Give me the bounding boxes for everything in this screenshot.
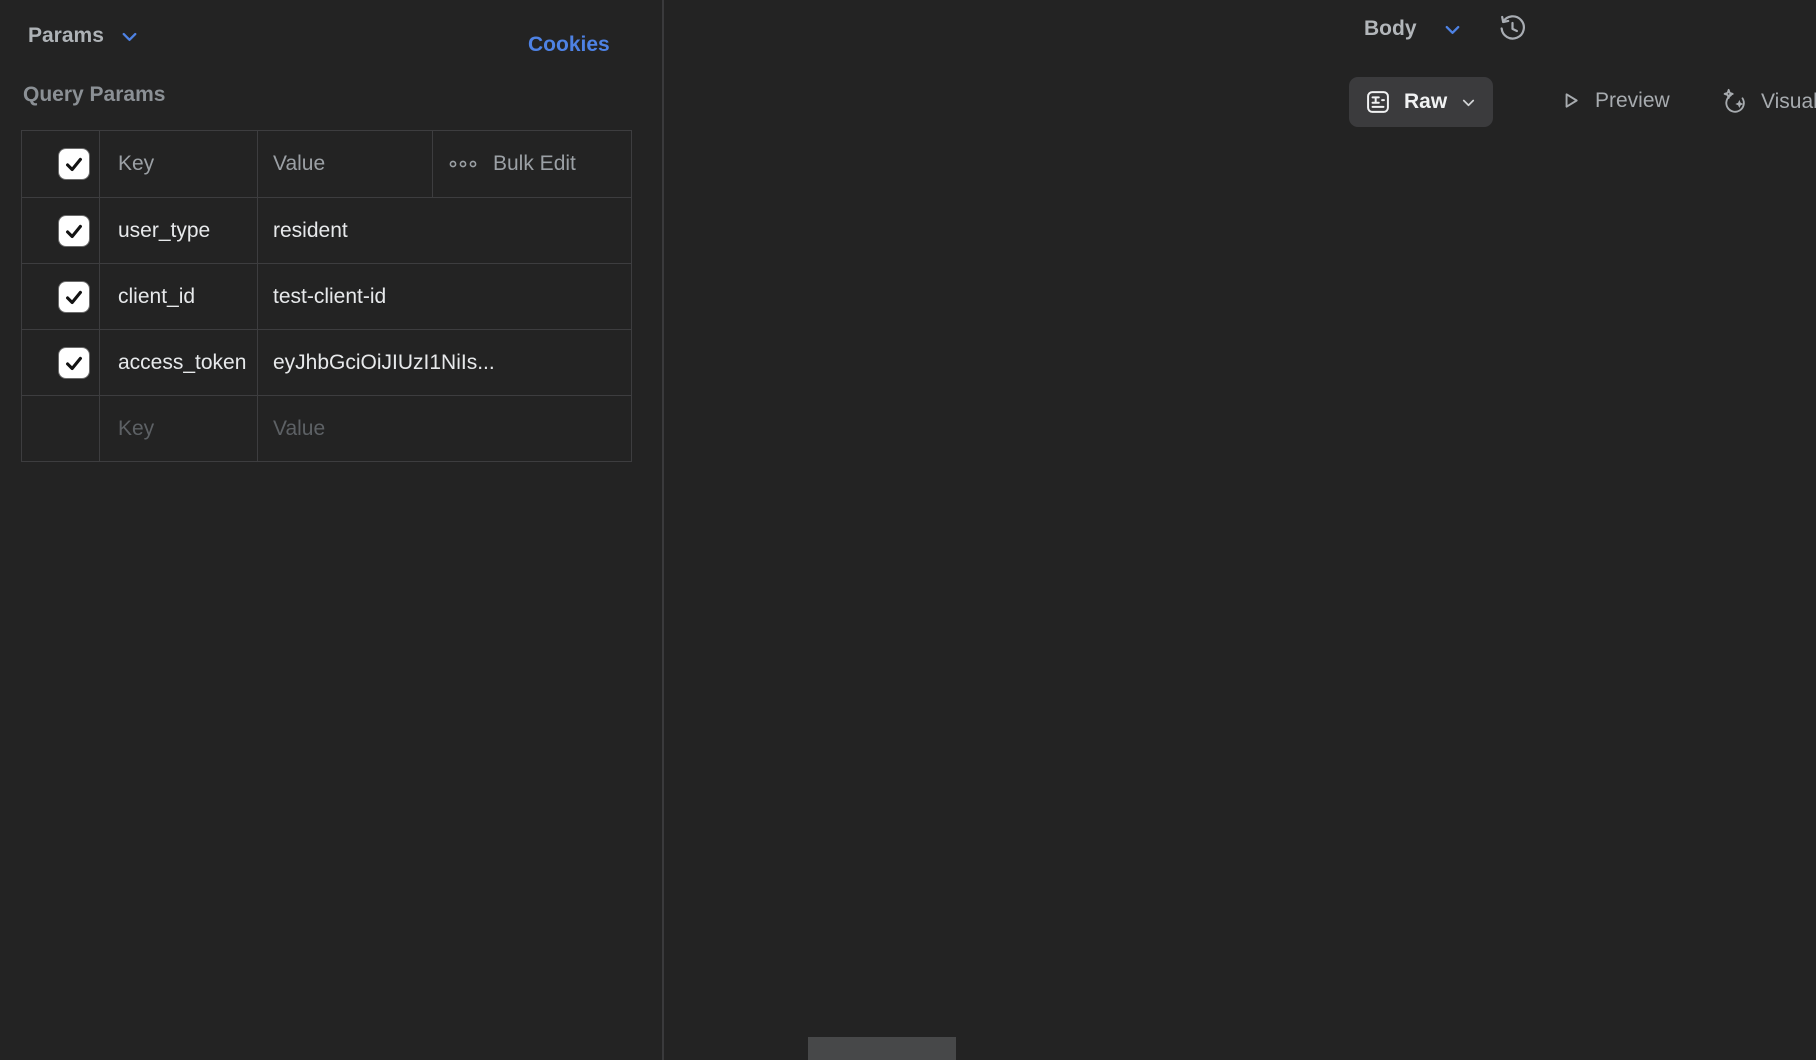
bulk-edit-dots-icon — [449, 159, 477, 169]
param-value-field[interactable]: eyJhbGciOiJIUzI1NiIs... — [258, 330, 631, 395]
query-params-table: Key Value Bulk Edit user_type resident — [21, 130, 632, 462]
tab-preview-label: Preview — [1595, 89, 1670, 113]
table-new-row: Key Value — [22, 395, 631, 461]
check-icon — [63, 153, 85, 175]
horizontal-scrollbar-thumb[interactable] — [808, 1037, 956, 1060]
row-checkbox-cell — [22, 198, 100, 263]
check-icon — [63, 286, 85, 308]
row-checkbox-cell — [22, 330, 100, 395]
new-param-key-input[interactable]: Key — [100, 396, 258, 461]
param-key-field[interactable]: client_id — [100, 264, 258, 329]
bulk-edit-label: Bulk Edit — [493, 152, 576, 176]
chevron-down-icon — [1459, 93, 1478, 112]
bulk-edit-button[interactable]: Bulk Edit — [433, 131, 631, 197]
row-checkbox-cell — [22, 396, 100, 461]
row-checkbox[interactable] — [59, 348, 89, 378]
params-dropdown[interactable]: Params — [28, 24, 141, 48]
request-params-panel: Params Cookies Query Params Key Value Bu… — [0, 0, 662, 1060]
response-history-button[interactable] — [1496, 12, 1529, 45]
key-column-header: Key — [100, 131, 258, 197]
query-params-title: Query Params — [23, 83, 165, 107]
param-value-field[interactable]: resident — [258, 198, 631, 263]
check-icon — [63, 220, 85, 242]
tab-visualize[interactable]: Visualize — [1720, 87, 1816, 117]
response-panel: Body 302 Found 147 ms 1.22 KB — [664, 0, 1816, 1060]
chevron-down-icon — [1441, 18, 1464, 41]
table-row: access_token eyJhbGciOiJIUzI1NiIs... — [22, 329, 631, 395]
tab-preview[interactable]: Preview — [1557, 87, 1670, 114]
visualize-sparkle-icon — [1720, 87, 1750, 117]
tab-visualize-label: Visualize — [1761, 90, 1816, 114]
param-key-field[interactable]: access_token — [100, 330, 258, 395]
value-column-header: Value — [258, 131, 433, 197]
tab-raw-label: Raw — [1404, 90, 1447, 114]
params-dropdown-label: Params — [28, 24, 104, 48]
body-dropdown-label: Body — [1364, 17, 1417, 41]
response-body-viewer[interactable]: 1 Found. Redirecting to /api/auth/test-s… — [1328, 134, 1816, 178]
response-body-dropdown[interactable]: Body — [1364, 17, 1464, 41]
cookies-link[interactable]: Cookies — [528, 33, 610, 57]
param-key-field[interactable]: user_type — [100, 198, 258, 263]
new-param-value-input[interactable]: Value — [258, 396, 631, 461]
play-icon — [1557, 87, 1584, 114]
row-checkbox-cell — [22, 264, 100, 329]
row-checkbox[interactable] — [59, 282, 89, 312]
table-row: client_id test-client-id — [22, 263, 631, 329]
check-icon — [63, 352, 85, 374]
table-header-row: Key Value Bulk Edit — [22, 131, 631, 197]
chevron-down-icon — [118, 25, 141, 48]
select-all-checkbox[interactable] — [59, 149, 89, 179]
raw-format-icon — [1364, 88, 1392, 116]
table-row: user_type resident — [22, 197, 631, 263]
row-checkbox[interactable] — [59, 216, 89, 246]
tab-raw[interactable]: Raw — [1349, 77, 1493, 127]
history-icon — [1496, 12, 1529, 45]
param-value-field[interactable]: test-client-id — [258, 264, 631, 329]
select-all-checkbox-cell — [22, 131, 100, 197]
